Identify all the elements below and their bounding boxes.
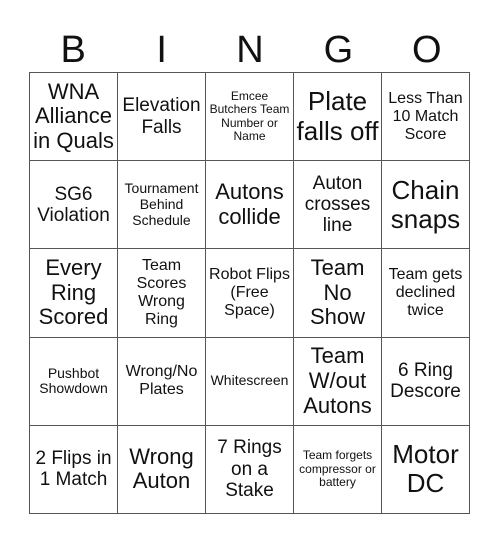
bingo-cell[interactable]: Autons collide [206, 161, 294, 250]
header-letter-o: O [412, 29, 442, 71]
bingo-cell[interactable]: Every Ring Scored [30, 249, 118, 338]
header-letter-g: G [323, 29, 354, 71]
bingo-cell[interactable]: Motor DC [382, 425, 470, 514]
bingo-grid: WNA Alliance in Quals Elevation Falls Em… [29, 72, 470, 514]
free-space-cell[interactable]: Robot Flips (Free Space) [206, 249, 294, 338]
bingo-cell[interactable]: WNA Alliance in Quals [30, 73, 118, 162]
bingo-cell[interactable]: Team forgets compressor or battery [294, 425, 382, 514]
bingo-cell[interactable]: Emcee Butchers Team Number or Name [206, 73, 294, 162]
bingo-cell[interactable]: 7 Rings on a Stake [206, 425, 294, 514]
bingo-cell[interactable]: Team Scores Wrong Ring [118, 249, 206, 338]
header-letter-n: N [236, 29, 264, 71]
bingo-cell[interactable]: 6 Ring Descore [382, 337, 470, 426]
bingo-cell[interactable]: Wrong Auton [118, 425, 206, 514]
bingo-header: B I N G O [29, 28, 471, 72]
header-letter-i: I [156, 29, 167, 71]
bingo-cell[interactable]: Less Than 10 Match Score [382, 73, 470, 162]
bingo-cell[interactable]: Team gets declined twice [382, 249, 470, 338]
bingo-cell[interactable]: Auton crosses line [294, 161, 382, 250]
bingo-cell[interactable]: Whitescreen [206, 337, 294, 426]
bingo-cell[interactable]: Plate falls off [294, 73, 382, 162]
header-letter-b: B [60, 29, 86, 71]
bingo-cell[interactable]: Team W/out Autons [294, 337, 382, 426]
bingo-cell[interactable]: Pushbot Showdown [30, 337, 118, 426]
bingo-cell[interactable]: Tournament Behind Schedule [118, 161, 206, 250]
bingo-cell[interactable]: Chain snaps [382, 161, 470, 250]
bingo-cell[interactable]: Wrong/No Plates [118, 337, 206, 426]
bingo-cell[interactable]: Team No Show [294, 249, 382, 338]
bingo-cell[interactable]: 2 Flips in 1 Match [30, 425, 118, 514]
bingo-cell[interactable]: Elevation Falls [118, 73, 206, 162]
bingo-cell[interactable]: SG6 Violation [30, 161, 118, 250]
